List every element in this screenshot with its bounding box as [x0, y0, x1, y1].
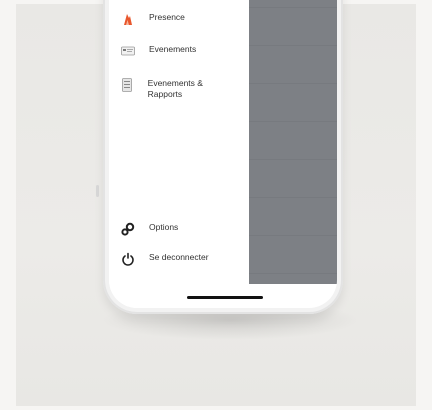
menu-item-label: Se deconnecter: [149, 252, 209, 262]
dimmed-content-overlay[interactable]: [249, 0, 337, 284]
menu-item-label: Evenements & Rapports: [147, 78, 203, 99]
report-document-icon: [121, 78, 134, 92]
menu-item-events-reports[interactable]: Evenements & Rapports: [121, 78, 231, 100]
phone-screen: Presence Evenements Evenements & Rapport…: [109, 0, 337, 308]
menu-item-label: Options: [149, 222, 179, 232]
event-card-icon: [121, 44, 135, 58]
side-menu: Presence Evenements Evenements & Rapport…: [109, 0, 249, 308]
power-icon: [121, 252, 135, 266]
home-indicator: [187, 296, 263, 299]
menu-item-label: Evenements: [149, 44, 197, 54]
menu-item-events[interactable]: Evenements: [121, 44, 196, 58]
menu-item-presence[interactable]: Presence: [121, 12, 185, 26]
menu-item-logout[interactable]: Se deconnecter: [121, 252, 209, 266]
gear-link-icon: [121, 222, 135, 236]
menu-item-options[interactable]: Options: [121, 222, 178, 236]
flame-icon: [121, 12, 135, 26]
phone-device: Presence Evenements Evenements & Rapport…: [103, 0, 343, 314]
phone-side-button: [96, 185, 99, 197]
menu-item-label: Presence: [149, 12, 185, 22]
